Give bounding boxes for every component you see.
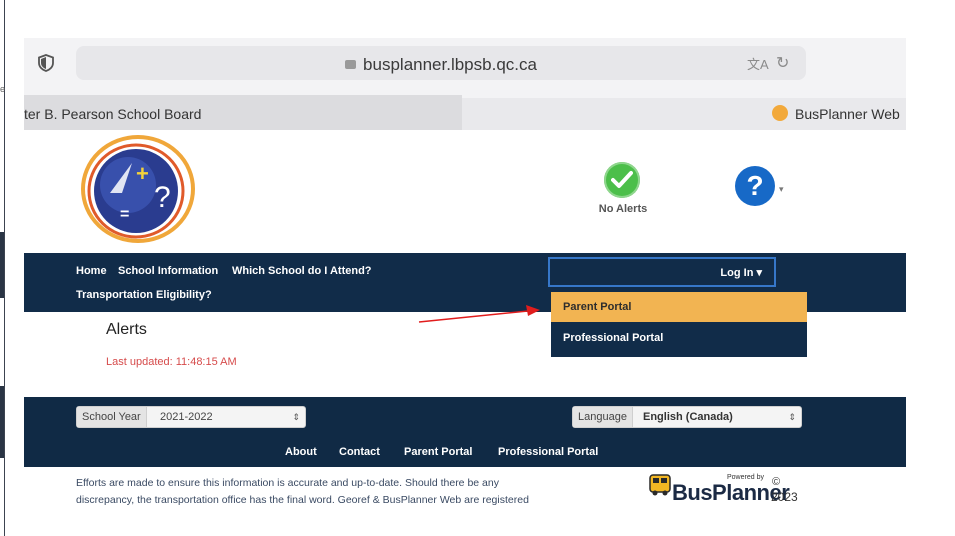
language-label: Language bbox=[573, 407, 633, 427]
alerts-heading: Alerts bbox=[106, 321, 147, 338]
tab-busplanner-label[interactable]: BusPlanner Web bbox=[795, 106, 900, 122]
shield-icon[interactable] bbox=[38, 54, 54, 72]
alerts-status: No Alerts bbox=[598, 203, 648, 215]
copyright-symbol: © bbox=[772, 476, 781, 488]
login-label: Log In ▾ bbox=[720, 267, 762, 279]
left-edge-block bbox=[0, 232, 4, 298]
address-bar-url-wrap: busplanner.lbpsb.qc.ca bbox=[76, 55, 806, 75]
left-edge-text: e bbox=[0, 84, 6, 94]
nav-home[interactable]: Home bbox=[76, 265, 107, 277]
footer-contact[interactable]: Contact bbox=[339, 446, 380, 458]
disclaimer-line: discrepancy, the transportation office h… bbox=[76, 494, 529, 506]
alerts-last-updated: Last updated: 11:48:15 AM bbox=[106, 356, 237, 368]
school-logo: + ? = bbox=[81, 135, 195, 243]
left-edge-block bbox=[0, 386, 4, 458]
disclaimer-text: Efforts are made to ensure this informat… bbox=[76, 475, 636, 509]
language-value: English (Canada) bbox=[643, 411, 733, 423]
nav-which-school[interactable]: Which School do I Attend? bbox=[232, 265, 372, 277]
left-edge-line bbox=[4, 0, 5, 536]
disclaimer-line: Efforts are made to ensure this informat… bbox=[76, 477, 499, 489]
nav-transportation-eligibility[interactable]: Transportation Eligibility? bbox=[76, 289, 212, 301]
school-year-label: School Year bbox=[77, 407, 147, 427]
bus-icon bbox=[649, 474, 671, 496]
login-button[interactable]: Log In ▾ bbox=[548, 257, 776, 287]
reload-icon[interactable]: ↻ bbox=[776, 53, 789, 73]
chevron-down-icon[interactable]: ▾ bbox=[779, 184, 784, 195]
busplanner-tab-icon bbox=[772, 105, 788, 121]
language-select[interactable]: Language English (Canada) ⇕ bbox=[572, 406, 802, 428]
dropdown-parent-portal-label: Parent Portal bbox=[563, 301, 632, 313]
select-arrows-icon: ⇕ bbox=[292, 412, 300, 422]
logo-question: ? bbox=[154, 181, 171, 214]
dropdown-parent-portal[interactable]: Parent Portal bbox=[551, 292, 807, 322]
dropdown-professional-portal-label: Professional Portal bbox=[563, 332, 664, 344]
lock-icon bbox=[345, 60, 357, 69]
address-bar[interactable]: busplanner.lbpsb.qc.ca bbox=[76, 46, 806, 80]
dropdown-professional-portal[interactable]: Professional Portal bbox=[551, 322, 807, 357]
footer-professional-portal[interactable]: Professional Portal bbox=[498, 446, 598, 458]
address-url: busplanner.lbpsb.qc.ca bbox=[363, 55, 537, 74]
footer-about[interactable]: About bbox=[285, 446, 317, 458]
footer-parent-portal[interactable]: Parent Portal bbox=[404, 446, 472, 458]
check-icon[interactable] bbox=[604, 162, 640, 198]
translate-icon[interactable]: 文A bbox=[747, 54, 769, 73]
select-arrows-icon: ⇕ bbox=[788, 412, 796, 422]
help-icon[interactable]: ? bbox=[735, 166, 775, 206]
logo-equals: = bbox=[120, 206, 129, 223]
school-year-value: 2021-2022 bbox=[160, 411, 213, 423]
tab-pearson-label: ter B. Pearson School Board bbox=[24, 106, 202, 122]
logo-plus: + bbox=[136, 161, 149, 186]
school-year-select[interactable]: School Year 2021-2022 ⇕ bbox=[76, 406, 306, 428]
nav-school-information[interactable]: School Information bbox=[118, 265, 218, 277]
copyright-year: 2023 bbox=[771, 490, 798, 504]
